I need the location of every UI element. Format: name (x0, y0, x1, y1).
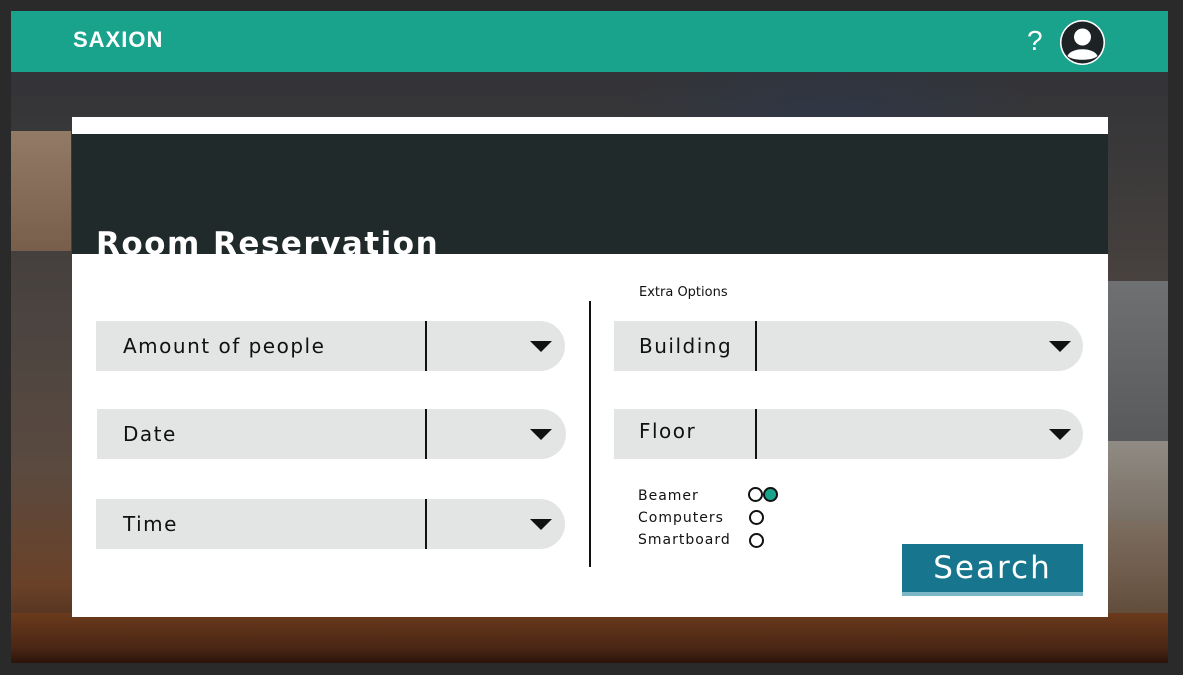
avatar-silhouette-icon (1060, 20, 1105, 65)
dropdown-separator (755, 409, 757, 459)
option-beamer-label: Beamer (638, 488, 699, 504)
background-table (11, 613, 1168, 663)
dropdown-label: Date (123, 422, 177, 446)
user-avatar-icon[interactable] (1060, 20, 1105, 65)
room-reservation-card: Room Reservation Amount of people Date T… (72, 117, 1108, 617)
computers-radio[interactable] (749, 510, 764, 525)
dropdown-label: Amount of people (123, 334, 326, 358)
option-computers-label: Computers (638, 510, 724, 526)
background-lamp (11, 131, 71, 251)
extra-options-title: Extra Options (639, 285, 728, 300)
chevron-down-icon[interactable] (1049, 429, 1071, 440)
chevron-down-icon[interactable] (530, 519, 552, 530)
column-divider (589, 301, 591, 567)
smartboard-radio[interactable] (749, 533, 764, 548)
background-book (1106, 441, 1168, 631)
amount-of-people-dropdown[interactable]: Amount of people (96, 321, 565, 371)
dropdown-label: Floor (639, 419, 697, 443)
dropdown-label: Building (639, 334, 733, 358)
search-button[interactable]: Search (902, 544, 1083, 596)
time-dropdown[interactable]: Time (96, 499, 565, 549)
building-dropdown[interactable]: Building (614, 321, 1083, 371)
top-bar: SAXION ? (11, 11, 1168, 72)
date-dropdown[interactable]: Date (97, 409, 566, 459)
dropdown-separator (425, 321, 427, 371)
dropdown-separator (425, 499, 427, 549)
chevron-down-icon[interactable] (530, 341, 552, 352)
dropdown-separator (755, 321, 757, 371)
page-title: Room Reservation (96, 226, 440, 262)
chevron-down-icon[interactable] (530, 429, 552, 440)
dropdown-separator (425, 409, 427, 459)
beamer-radio-on[interactable] (763, 487, 778, 502)
chevron-down-icon[interactable] (1049, 341, 1071, 352)
floor-dropdown[interactable]: Floor (614, 409, 1083, 459)
dropdown-label: Time (123, 512, 178, 536)
help-button[interactable]: ? (1027, 25, 1043, 57)
option-smartboard-label: Smartboard (638, 532, 731, 548)
saxion-logo[interactable]: SAXION (73, 27, 163, 53)
card-header: Room Reservation (72, 134, 1108, 262)
beamer-radio-off[interactable] (748, 487, 763, 502)
